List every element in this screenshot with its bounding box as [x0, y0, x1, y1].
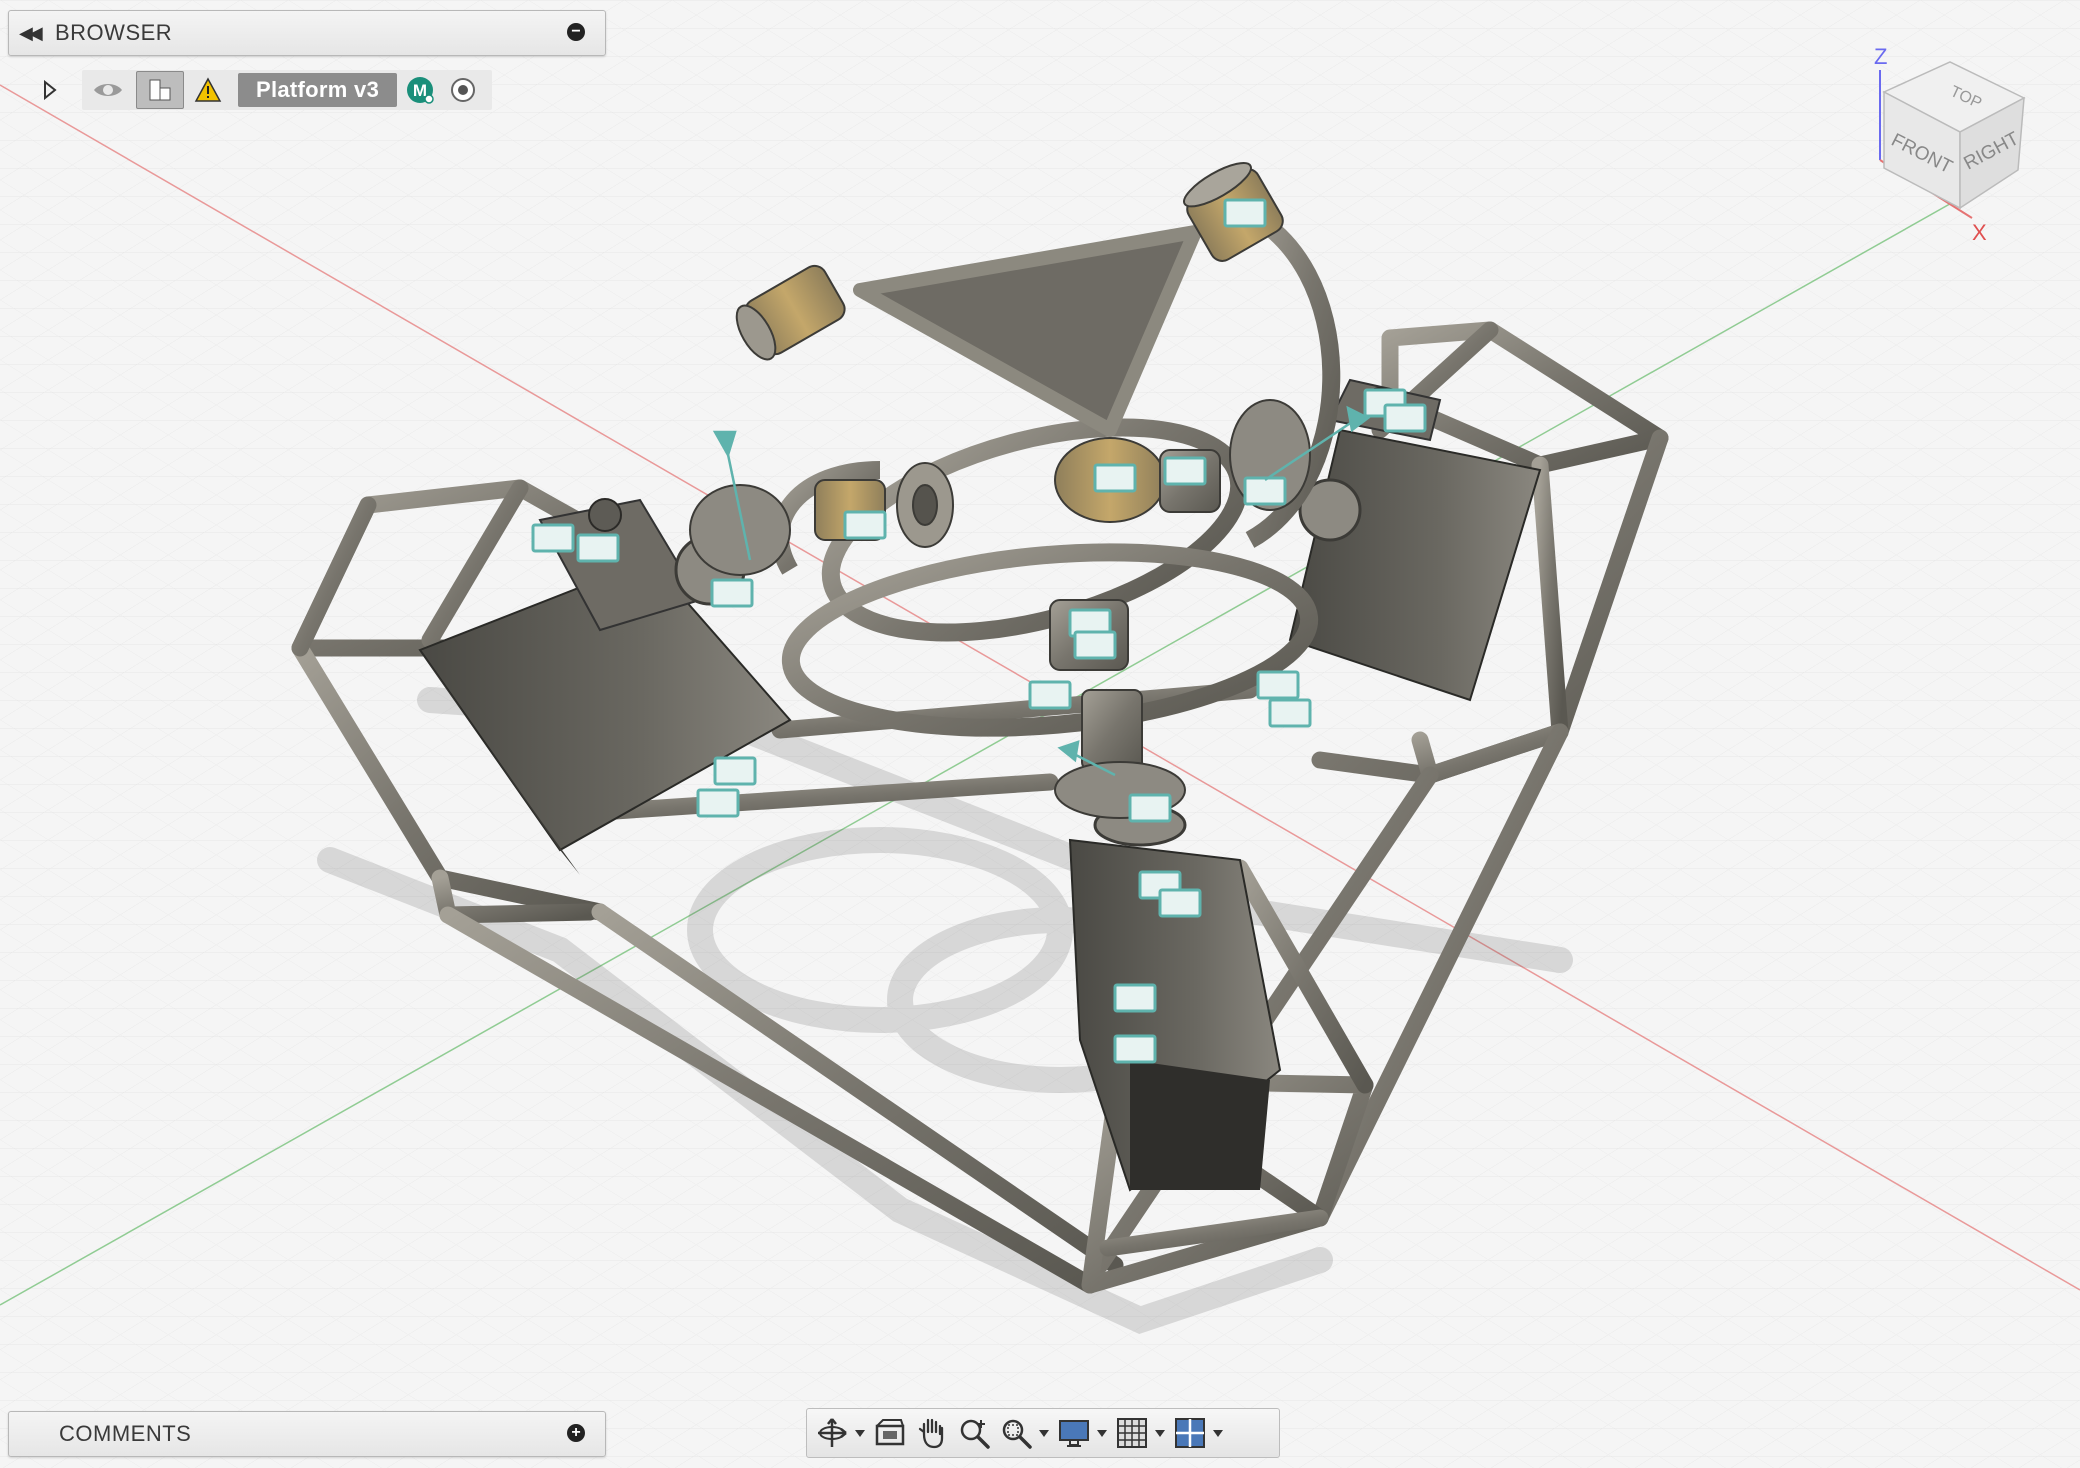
look-at-icon	[875, 1419, 905, 1446]
comments-title: COMMENTS	[59, 1421, 192, 1446]
comments-panel: COMMENTS +	[8, 1411, 606, 1457]
browser-panel: ◀◀ BROWSER −	[8, 10, 606, 56]
visibility-eye-icon[interactable]	[86, 70, 130, 110]
orbit-icon	[818, 1418, 847, 1447]
motion-link-badge-icon[interactable]: M	[403, 70, 437, 110]
minus-circle-icon[interactable]: −	[567, 23, 585, 41]
display-settings-icon	[1059, 1420, 1089, 1447]
z-axis-label: Z	[1874, 44, 1887, 69]
navigation-toolbar	[806, 1408, 1280, 1458]
pan-icon	[918, 1418, 944, 1449]
collapse-panel-icon[interactable]: ◀◀	[19, 23, 55, 44]
orbit-tool[interactable]	[811, 1412, 869, 1454]
expand-arrow-icon[interactable]	[30, 70, 70, 110]
grid-icon	[1117, 1418, 1147, 1448]
viewports-icon	[1175, 1418, 1205, 1448]
plus-circle-icon[interactable]: +	[567, 1424, 585, 1442]
x-axis-label: X	[1972, 220, 1987, 245]
browser-tree-row[interactable]: Platform v3 M	[30, 70, 492, 110]
activate-radio-icon[interactable]	[443, 70, 483, 110]
viewports-tool[interactable]	[1169, 1412, 1227, 1454]
zoom-icon	[960, 1419, 990, 1449]
display-dropdown-caret[interactable]	[1097, 1429, 1107, 1437]
grid-settings-tool[interactable]	[1111, 1412, 1169, 1454]
warning-icon[interactable]	[188, 70, 228, 110]
browser-title: BROWSER	[55, 20, 173, 45]
grid-dropdown-caret[interactable]	[1155, 1429, 1165, 1437]
zoom-tool[interactable]	[953, 1412, 995, 1454]
zoom-dropdown-caret[interactable]	[1039, 1429, 1049, 1437]
display-settings-tool[interactable]	[1053, 1412, 1111, 1454]
viewports-dropdown-caret[interactable]	[1213, 1429, 1223, 1437]
orbit-dropdown-caret[interactable]	[855, 1429, 865, 1437]
zoom-window-icon	[1002, 1419, 1032, 1449]
view-cube[interactable]: Z X TOP FRONT RIGHT	[1860, 40, 2040, 250]
zoom-window-tool[interactable]	[995, 1412, 1053, 1454]
pan-tool[interactable]	[911, 1412, 953, 1454]
component-name-label[interactable]: Platform v3	[238, 73, 398, 107]
component-icon	[136, 71, 184, 109]
canvas-viewport[interactable]	[0, 0, 2080, 1468]
look-at-tool[interactable]	[869, 1412, 911, 1454]
